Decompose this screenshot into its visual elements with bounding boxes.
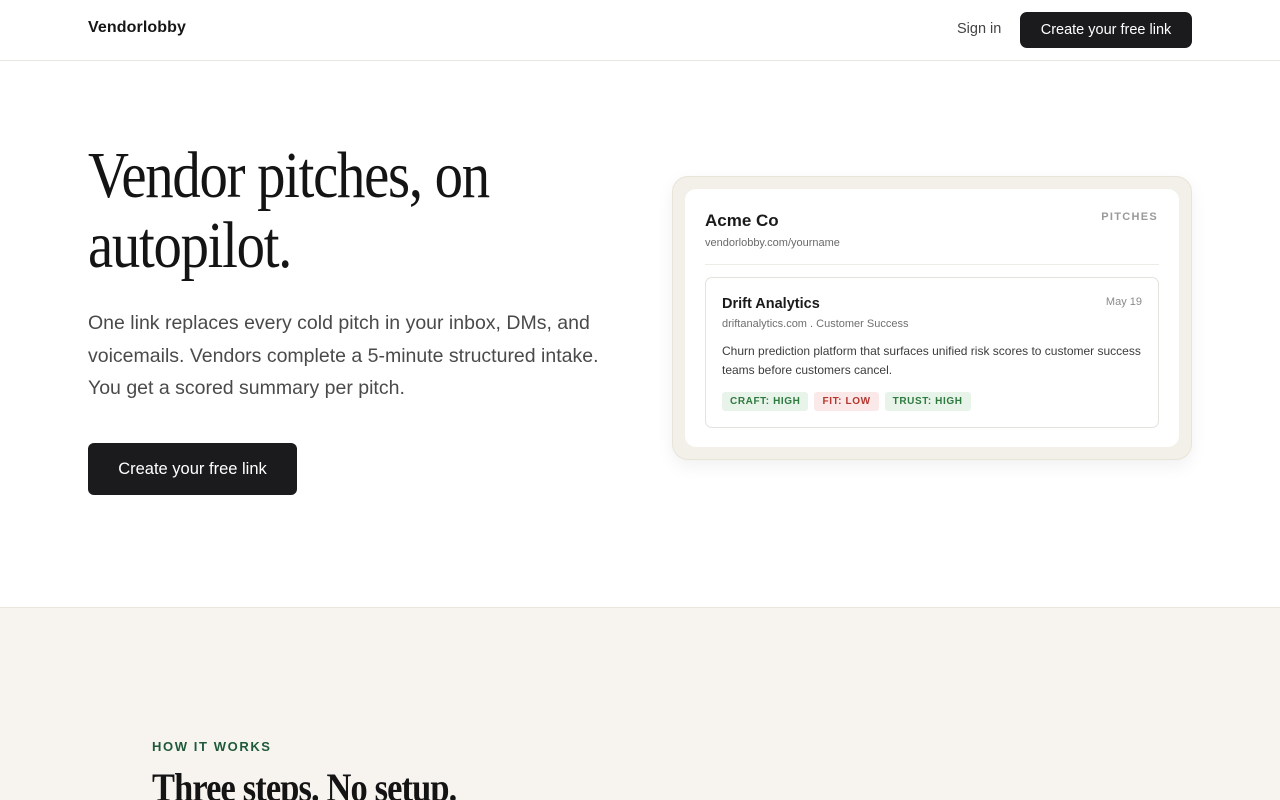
sign-in-link[interactable]: Sign in [957, 21, 1001, 37]
org-name: Acme Co [705, 211, 779, 230]
pitch-vendor-name: Drift Analytics [722, 296, 820, 312]
top-nav: Vendorlobby Sign in Create your free lin… [0, 0, 1280, 61]
nav-create-link-button[interactable]: Create your free link [1020, 12, 1192, 48]
hero-create-link-button[interactable]: Create your free link [88, 443, 297, 495]
how-it-works-title: Three steps. No setup. [152, 765, 457, 800]
pitch-date: May 19 [1105, 296, 1142, 308]
craft-score-badge: CRAFT: HIGH [722, 392, 809, 411]
fit-score-badge: FIT: LOW [814, 392, 879, 411]
hero-title: Vendor pitches, on autopilot. [88, 139, 490, 282]
mockup-divider [705, 264, 1159, 265]
pitch-card[interactable]: Drift Analytics May 19 driftanalytics.co… [705, 277, 1159, 428]
trust-score-badge: TRUST: HIGH [884, 392, 971, 411]
how-it-works-eyebrow: HOW IT WORKS [152, 739, 272, 754]
pitch-description: Churn prediction platform that surfaces … [722, 344, 1141, 377]
hero-subtitle: One link replaces every cold pitch in yo… [88, 312, 599, 399]
score-badges: CRAFT: HIGH FIT: LOW TRUST: HIGH [722, 392, 971, 411]
how-it-works-section: HOW IT WORKS Three steps. No setup. [0, 607, 1280, 800]
pitch-meta: driftanalytics.com . Customer Success [722, 318, 909, 330]
org-url: vendorlobby.com/yourname [705, 237, 840, 249]
mockup-panel: Acme Co vendorlobby.com/yourname PITCHES… [685, 189, 1179, 447]
brand-logo[interactable]: Vendorlobby [88, 19, 186, 37]
product-mockup: Acme Co vendorlobby.com/yourname PITCHES… [672, 176, 1192, 460]
pitches-section-label: PITCHES [1101, 211, 1158, 223]
